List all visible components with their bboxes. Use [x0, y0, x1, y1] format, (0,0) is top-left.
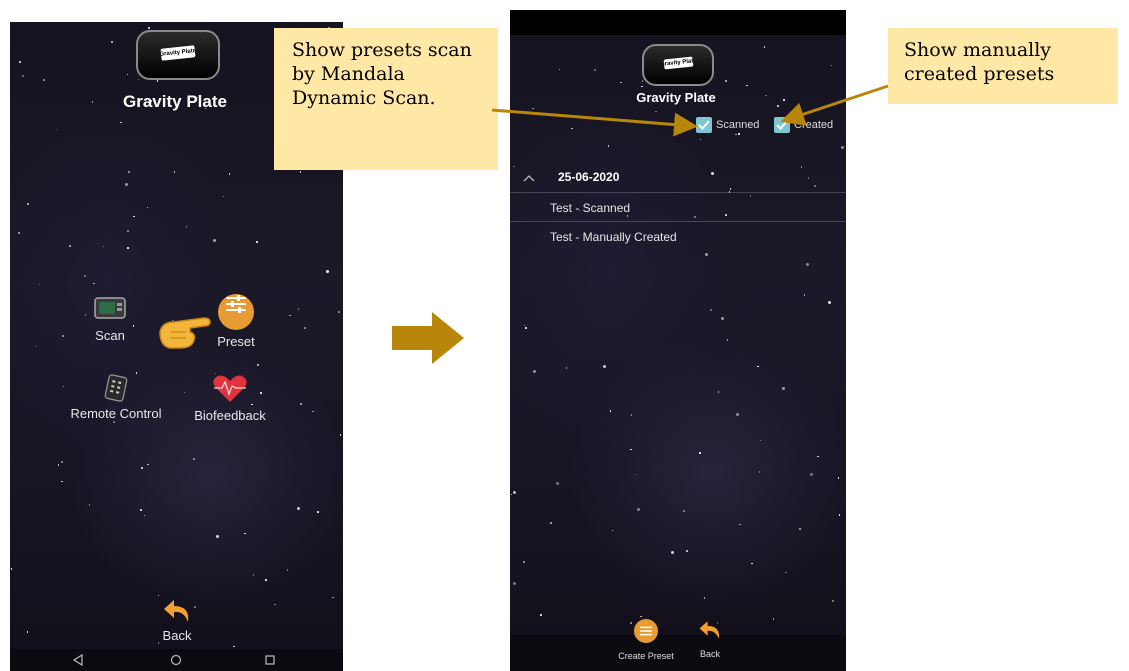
- scanned-presets-callout: Show presets scan by Mandala Dynamic Sca…: [274, 28, 498, 170]
- date-group-header[interactable]: 25-06-2020: [510, 164, 846, 192]
- scan-label: Scan: [95, 328, 125, 343]
- preset-name: Test - Scanned: [550, 201, 631, 215]
- back-label: Back: [162, 628, 192, 643]
- transition-arrow-icon: [392, 312, 464, 364]
- preset-name: Test - Manually Created: [550, 230, 677, 244]
- app-title: Gravity Plate: [636, 90, 716, 105]
- app-title: Gravity Plate: [123, 92, 227, 111]
- triangle-back-icon[interactable]: [72, 654, 84, 666]
- biofeedback-label: Biofeedback: [194, 408, 266, 423]
- divider: [510, 192, 846, 193]
- scanned-filter-label: Scanned: [716, 119, 760, 131]
- circle-home-icon[interactable]: [170, 654, 182, 666]
- starfield-right: [510, 10, 846, 671]
- scan-button[interactable]: Scan: [80, 294, 140, 343]
- gravity-plate-device-image: Gravity Plate: [642, 44, 714, 86]
- scanned-filter-checkbox[interactable]: Scanned: [696, 117, 759, 133]
- back-arrow-icon: [164, 600, 189, 622]
- remote-control-label: Remote Control: [70, 406, 162, 421]
- divider: [510, 221, 846, 222]
- created-filter-label: Created: [794, 119, 834, 131]
- heart-pulse-icon: [213, 375, 247, 402]
- system-nav-bar: [10, 649, 343, 671]
- preset-sliders-icon: [218, 294, 254, 330]
- checkbox-checked-icon: [774, 117, 790, 133]
- preset-label: Preset: [217, 334, 255, 349]
- scan-device-icon: [94, 297, 126, 319]
- square-recents-icon[interactable]: [264, 654, 276, 666]
- presets-screen: Gravity Plate Gravity Plate Scanned Crea…: [510, 10, 846, 671]
- date-group-label: 25-06-2020: [558, 170, 620, 184]
- back-button[interactable]: Back: [688, 619, 732, 662]
- created-filter-checkbox[interactable]: Created: [774, 117, 833, 133]
- pointing-hand-icon: [159, 317, 211, 349]
- chevron-up-icon: [523, 175, 535, 182]
- preset-sliders-icon: [634, 619, 658, 643]
- remote-control-icon: [104, 374, 128, 402]
- create-preset-button[interactable]: Create Preset: [608, 619, 684, 664]
- remote-control-button[interactable]: Remote Control: [60, 374, 172, 421]
- status-bar: [510, 10, 846, 35]
- back-arrow-icon: [699, 621, 719, 639]
- create-preset-label: Create Preset: [618, 651, 674, 661]
- bottom-action-bar: Create Preset Back: [510, 619, 846, 671]
- back-label: Back: [699, 649, 720, 659]
- gravity-plate-device-image: Gravity Plate: [136, 30, 220, 80]
- biofeedback-button[interactable]: Biofeedback: [180, 374, 280, 423]
- back-button[interactable]: Back: [147, 598, 207, 643]
- checkbox-checked-icon: [696, 117, 712, 133]
- preset-button[interactable]: Preset: [206, 294, 266, 349]
- created-presets-callout: Show manually created presets: [888, 28, 1118, 104]
